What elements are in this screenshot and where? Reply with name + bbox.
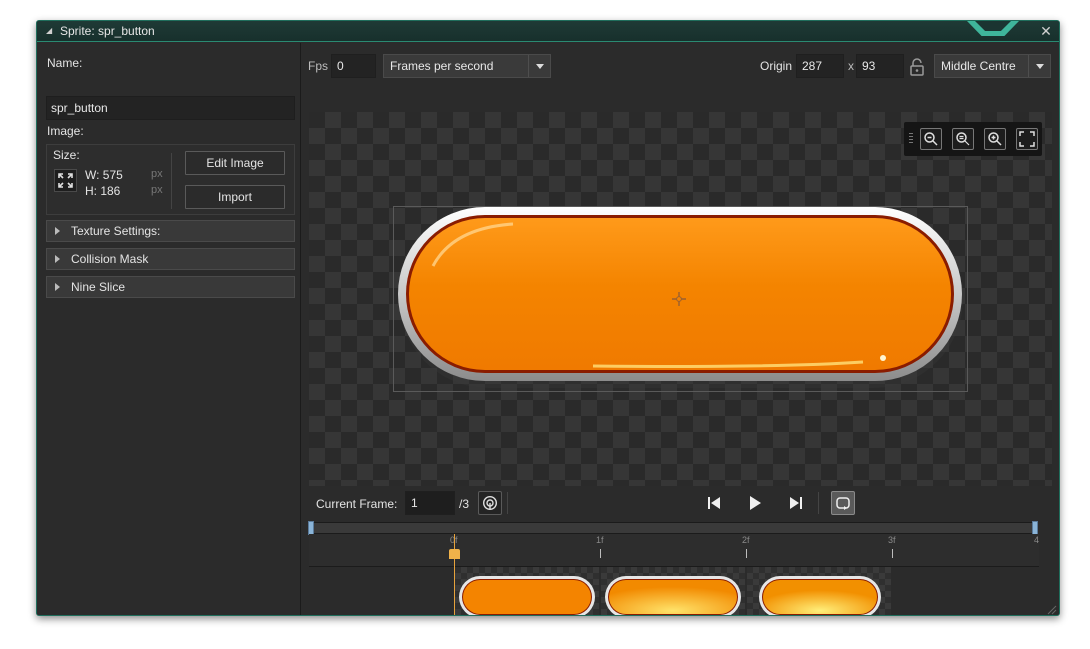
zoom-reset-icon[interactable] xyxy=(952,128,974,150)
playhead-handle[interactable] xyxy=(449,549,460,559)
width-value: W: 575 xyxy=(85,168,123,182)
chevron-down-icon xyxy=(1028,55,1050,77)
section-label: Nine Slice xyxy=(71,280,126,294)
fps-label: Fps xyxy=(308,59,329,73)
zoom-in-icon[interactable] xyxy=(984,128,1006,150)
image-label: Image: xyxy=(47,124,84,138)
resize-icon[interactable] xyxy=(54,169,77,192)
origin-separator: x xyxy=(848,59,854,73)
timeline-ruler[interactable]: 0f 1f 2f 3f 4 xyxy=(309,534,1039,567)
origin-label: Origin xyxy=(760,59,793,73)
frame-thumbnail[interactable] xyxy=(455,567,599,615)
fps-mode-value: Frames per second xyxy=(390,59,494,73)
origin-x-input[interactable]: 287 xyxy=(796,54,844,78)
onion-skin-icon[interactable] xyxy=(478,491,502,515)
current-frame-label: Current Frame: xyxy=(316,497,398,511)
section-nine-slice[interactable]: Nine Slice xyxy=(46,276,295,298)
section-collision-mask[interactable]: Collision Mask xyxy=(46,248,295,270)
window-title: Sprite: spr_button xyxy=(60,24,155,38)
origin-y-input[interactable]: 93 xyxy=(856,54,904,78)
chevron-down-icon xyxy=(528,55,550,77)
playbar-divider xyxy=(818,492,819,514)
sprite-editor-window: ◢ Sprite: spr_button ✕ Name: spr_button … xyxy=(36,20,1060,616)
grip-handle[interactable] xyxy=(909,133,913,145)
tick-label: 1f xyxy=(596,535,604,545)
range-start-handle[interactable] xyxy=(308,521,314,535)
size-group: Size: W: 575 H: 186 px px Edit Image Imp… xyxy=(46,144,295,215)
first-frame-icon[interactable] xyxy=(706,495,722,511)
playback-bar: Current Frame: 1 /3 xyxy=(309,486,1052,522)
fullscreen-icon[interactable] xyxy=(1016,128,1038,150)
frame-strip xyxy=(309,567,1039,615)
section-texture-settings[interactable]: Texture Settings: xyxy=(46,220,295,242)
lock-icon[interactable] xyxy=(909,57,925,77)
expand-arrow-icon xyxy=(55,255,60,263)
expand-arrow-icon xyxy=(55,283,60,291)
height-unit: px xyxy=(151,184,163,196)
height-value: H: 186 xyxy=(85,184,121,198)
sprite-canvas[interactable] xyxy=(309,112,1052,486)
import-button[interactable]: Import xyxy=(185,185,285,209)
fps-mode-dropdown[interactable]: Frames per second xyxy=(383,54,551,78)
playhead[interactable] xyxy=(449,534,460,615)
tick-label: 3f xyxy=(888,535,896,545)
window-resize-grip[interactable] xyxy=(1047,603,1057,615)
size-label: Size: xyxy=(53,148,80,162)
frame-thumbnail[interactable] xyxy=(601,567,745,615)
frame-thumbnail[interactable] xyxy=(747,567,891,615)
play-icon[interactable] xyxy=(747,495,763,511)
tick-label: 2f xyxy=(742,535,750,545)
range-end-handle[interactable] xyxy=(1032,521,1038,535)
tick-mark xyxy=(746,549,747,558)
sprite-name-input[interactable]: spr_button xyxy=(46,96,295,120)
fps-input[interactable]: 0 xyxy=(331,54,376,78)
last-frame-icon[interactable] xyxy=(788,495,804,511)
current-frame-input[interactable]: 1 xyxy=(405,491,455,515)
properties-panel: Name: spr_button Image: Size: W: 575 H: … xyxy=(37,43,301,615)
section-label: Collision Mask xyxy=(71,252,149,266)
zoom-toolbar xyxy=(904,122,1042,156)
tick-mark xyxy=(600,549,601,558)
playhead-line xyxy=(454,534,455,615)
section-label: Texture Settings: xyxy=(71,224,161,238)
name-label: Name: xyxy=(47,56,83,70)
zoom-out-icon[interactable] xyxy=(920,128,942,150)
tick-mark xyxy=(892,549,893,558)
title-bar[interactable]: ◢ Sprite: spr_button ✕ xyxy=(37,21,1059,42)
tick-label: 4 xyxy=(1034,535,1040,545)
origin-preset-dropdown[interactable]: Middle Centre xyxy=(934,54,1051,78)
sprite-view-panel: Fps 0 Frames per second Origin 287 x 93 … xyxy=(302,43,1059,615)
width-unit: px xyxy=(151,168,163,180)
loop-icon[interactable] xyxy=(831,491,855,515)
total-frames: /3 xyxy=(459,497,470,511)
close-icon[interactable]: ✕ xyxy=(1039,24,1053,38)
origin-marker-icon[interactable] xyxy=(672,292,686,306)
playbar-divider xyxy=(507,492,508,514)
expand-arrow-icon xyxy=(55,227,60,235)
timeline-scrollbar[interactable] xyxy=(308,521,1038,535)
edit-image-button[interactable]: Edit Image xyxy=(185,151,285,175)
origin-preset-value: Middle Centre xyxy=(941,59,1016,73)
size-divider xyxy=(171,153,172,209)
collapse-arrow-icon[interactable]: ◢ xyxy=(46,27,54,35)
